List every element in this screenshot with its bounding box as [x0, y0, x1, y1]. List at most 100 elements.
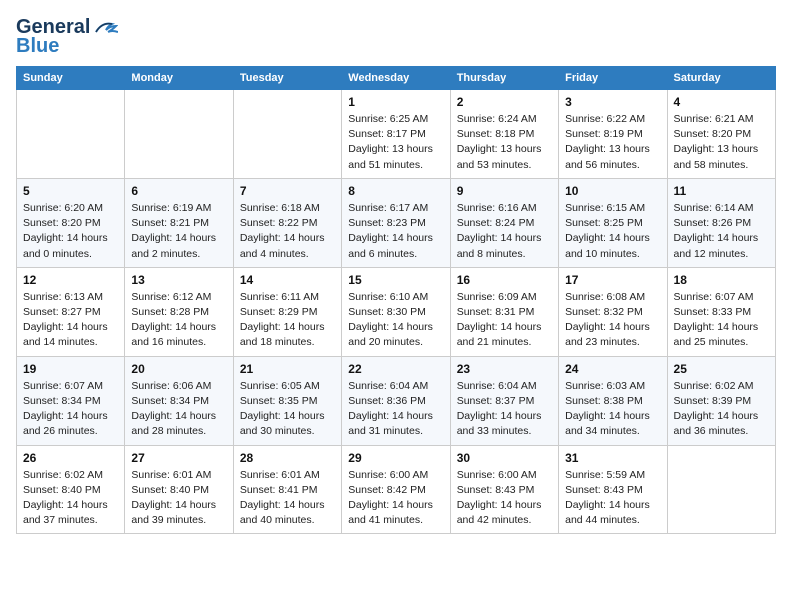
- day-number: 24: [565, 362, 660, 376]
- day-info: Sunrise: 6:04 AM Sunset: 8:36 PM Dayligh…: [348, 379, 443, 440]
- day-number: 20: [131, 362, 226, 376]
- day-info: Sunrise: 6:00 AM Sunset: 8:42 PM Dayligh…: [348, 468, 443, 529]
- day-number: 31: [565, 451, 660, 465]
- day-number: 8: [348, 184, 443, 198]
- day-number: 12: [23, 273, 118, 287]
- day-number: 29: [348, 451, 443, 465]
- calendar-week-1: 1 Sunrise: 6:25 AM Sunset: 8:17 PM Daylig…: [17, 90, 776, 179]
- day-info: Sunrise: 6:02 AM Sunset: 8:40 PM Dayligh…: [23, 468, 118, 529]
- day-info: Sunrise: 6:22 AM Sunset: 8:19 PM Dayligh…: [565, 112, 660, 173]
- weekday-header-tuesday: Tuesday: [233, 67, 341, 90]
- day-number: 19: [23, 362, 118, 376]
- day-number: 27: [131, 451, 226, 465]
- calendar-week-3: 12 Sunrise: 6:13 AM Sunset: 8:27 PM Dayli…: [17, 267, 776, 356]
- calendar-cell: 28 Sunrise: 6:01 AM Sunset: 8:41 PM Dayli…: [233, 445, 341, 534]
- day-info: Sunrise: 6:21 AM Sunset: 8:20 PM Dayligh…: [674, 112, 769, 173]
- calendar-cell: 8 Sunrise: 6:17 AM Sunset: 8:23 PM Daylig…: [342, 178, 450, 267]
- calendar-cell: 16 Sunrise: 6:09 AM Sunset: 8:31 PM Dayli…: [450, 267, 558, 356]
- calendar-cell: 20 Sunrise: 6:06 AM Sunset: 8:34 PM Dayli…: [125, 356, 233, 445]
- day-info: Sunrise: 6:20 AM Sunset: 8:20 PM Dayligh…: [23, 201, 118, 262]
- day-info: Sunrise: 6:01 AM Sunset: 8:41 PM Dayligh…: [240, 468, 335, 529]
- calendar-table: SundayMondayTuesdayWednesdayThursdayFrid…: [16, 66, 776, 534]
- day-number: 2: [457, 95, 552, 109]
- day-info: Sunrise: 6:07 AM Sunset: 8:34 PM Dayligh…: [23, 379, 118, 440]
- calendar-cell: 6 Sunrise: 6:19 AM Sunset: 8:21 PM Daylig…: [125, 178, 233, 267]
- day-number: 6: [131, 184, 226, 198]
- calendar-cell: 23 Sunrise: 6:04 AM Sunset: 8:37 PM Dayli…: [450, 356, 558, 445]
- day-number: 23: [457, 362, 552, 376]
- logo-blue: Blue: [16, 35, 59, 58]
- calendar-cell: [667, 445, 775, 534]
- logo-bird-icon: [92, 18, 118, 38]
- day-number: 18: [674, 273, 769, 287]
- day-number: 30: [457, 451, 552, 465]
- day-number: 16: [457, 273, 552, 287]
- day-info: Sunrise: 6:11 AM Sunset: 8:29 PM Dayligh…: [240, 290, 335, 351]
- calendar-cell: 30 Sunrise: 6:00 AM Sunset: 8:43 PM Dayli…: [450, 445, 558, 534]
- day-info: Sunrise: 6:13 AM Sunset: 8:27 PM Dayligh…: [23, 290, 118, 351]
- day-info: Sunrise: 6:16 AM Sunset: 8:24 PM Dayligh…: [457, 201, 552, 262]
- calendar-week-4: 19 Sunrise: 6:07 AM Sunset: 8:34 PM Dayli…: [17, 356, 776, 445]
- calendar-cell: 29 Sunrise: 6:00 AM Sunset: 8:42 PM Dayli…: [342, 445, 450, 534]
- weekday-header-sunday: Sunday: [17, 67, 125, 90]
- calendar-cell: 7Sunrise: 6:18 AM Sunset: 8:22 PM Daylig…: [233, 178, 341, 267]
- day-info: Sunrise: 6:07 AM Sunset: 8:33 PM Dayligh…: [674, 290, 769, 351]
- day-info: Sunrise: 6:06 AM Sunset: 8:34 PM Dayligh…: [131, 379, 226, 440]
- day-number: 9: [457, 184, 552, 198]
- calendar-cell: 19 Sunrise: 6:07 AM Sunset: 8:34 PM Dayli…: [17, 356, 125, 445]
- day-info: Sunrise: 6:19 AM Sunset: 8:21 PM Dayligh…: [131, 201, 226, 262]
- weekday-header-saturday: Saturday: [667, 67, 775, 90]
- day-info: Sunrise: 6:02 AM Sunset: 8:39 PM Dayligh…: [674, 379, 769, 440]
- calendar-cell: 31 Sunrise: 5:59 AM Sunset: 8:43 PM Dayli…: [559, 445, 667, 534]
- day-info: Sunrise: 6:10 AM Sunset: 8:30 PM Dayligh…: [348, 290, 443, 351]
- calendar-cell: 10 Sunrise: 6:15 AM Sunset: 8:25 PM Dayli…: [559, 178, 667, 267]
- calendar-cell: 15Sunrise: 6:10 AM Sunset: 8:30 PM Dayli…: [342, 267, 450, 356]
- weekday-header-friday: Friday: [559, 67, 667, 90]
- day-info: Sunrise: 6:05 AM Sunset: 8:35 PM Dayligh…: [240, 379, 335, 440]
- weekday-header-monday: Monday: [125, 67, 233, 90]
- calendar-cell: 18 Sunrise: 6:07 AM Sunset: 8:33 PM Dayli…: [667, 267, 775, 356]
- day-number: 3: [565, 95, 660, 109]
- day-info: Sunrise: 6:12 AM Sunset: 8:28 PM Dayligh…: [131, 290, 226, 351]
- day-info: Sunrise: 6:25 AM Sunset: 8:17 PM Dayligh…: [348, 112, 443, 173]
- calendar-cell: 25Sunrise: 6:02 AM Sunset: 8:39 PM Dayli…: [667, 356, 775, 445]
- day-info: Sunrise: 6:17 AM Sunset: 8:23 PM Dayligh…: [348, 201, 443, 262]
- calendar-cell: 13 Sunrise: 6:12 AM Sunset: 8:28 PM Dayli…: [125, 267, 233, 356]
- day-info: Sunrise: 5:59 AM Sunset: 8:43 PM Dayligh…: [565, 468, 660, 529]
- day-info: Sunrise: 6:09 AM Sunset: 8:31 PM Dayligh…: [457, 290, 552, 351]
- calendar-cell: 27 Sunrise: 6:01 AM Sunset: 8:40 PM Dayli…: [125, 445, 233, 534]
- calendar-cell: [17, 90, 125, 179]
- calendar-cell: 17Sunrise: 6:08 AM Sunset: 8:32 PM Dayli…: [559, 267, 667, 356]
- calendar-cell: 4Sunrise: 6:21 AM Sunset: 8:20 PM Daylig…: [667, 90, 775, 179]
- day-number: 1: [348, 95, 443, 109]
- day-number: 14: [240, 273, 335, 287]
- day-info: Sunrise: 6:24 AM Sunset: 8:18 PM Dayligh…: [457, 112, 552, 173]
- day-info: Sunrise: 6:01 AM Sunset: 8:40 PM Dayligh…: [131, 468, 226, 529]
- calendar-cell: 26 Sunrise: 6:02 AM Sunset: 8:40 PM Dayli…: [17, 445, 125, 534]
- calendar-cell: 5 Sunrise: 6:20 AM Sunset: 8:20 PM Daylig…: [17, 178, 125, 267]
- calendar-cell: [233, 90, 341, 179]
- calendar-header-row: SundayMondayTuesdayWednesdayThursdayFrid…: [17, 67, 776, 90]
- calendar-cell: 2 Sunrise: 6:24 AM Sunset: 8:18 PM Daylig…: [450, 90, 558, 179]
- day-info: Sunrise: 6:00 AM Sunset: 8:43 PM Dayligh…: [457, 468, 552, 529]
- calendar-cell: 21 Sunrise: 6:05 AM Sunset: 8:35 PM Dayli…: [233, 356, 341, 445]
- day-number: 22: [348, 362, 443, 376]
- day-number: 11: [674, 184, 769, 198]
- day-info: Sunrise: 6:15 AM Sunset: 8:25 PM Dayligh…: [565, 201, 660, 262]
- page-header: General Blue: [16, 16, 776, 58]
- day-info: Sunrise: 6:18 AM Sunset: 8:22 PM Dayligh…: [240, 201, 335, 262]
- day-info: Sunrise: 6:04 AM Sunset: 8:37 PM Dayligh…: [457, 379, 552, 440]
- day-info: Sunrise: 6:03 AM Sunset: 8:38 PM Dayligh…: [565, 379, 660, 440]
- calendar-cell: 12 Sunrise: 6:13 AM Sunset: 8:27 PM Dayli…: [17, 267, 125, 356]
- day-number: 21: [240, 362, 335, 376]
- calendar-cell: 22 Sunrise: 6:04 AM Sunset: 8:36 PM Dayli…: [342, 356, 450, 445]
- day-number: 5: [23, 184, 118, 198]
- day-number: 13: [131, 273, 226, 287]
- logo: General Blue: [16, 16, 118, 58]
- day-number: 17: [565, 273, 660, 287]
- day-number: 26: [23, 451, 118, 465]
- day-number: 28: [240, 451, 335, 465]
- calendar-cell: 11Sunrise: 6:14 AM Sunset: 8:26 PM Dayli…: [667, 178, 775, 267]
- day-number: 10: [565, 184, 660, 198]
- calendar-cell: [125, 90, 233, 179]
